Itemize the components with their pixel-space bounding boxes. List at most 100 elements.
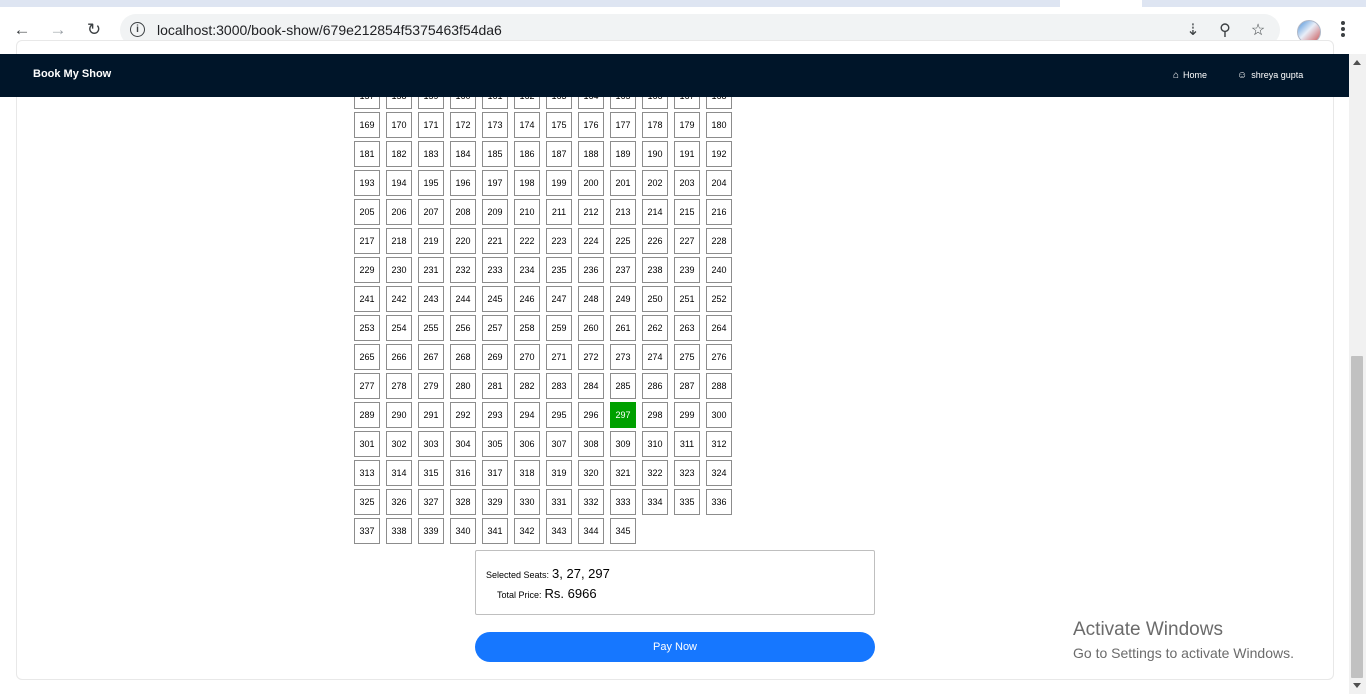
seat-198[interactable]: 198 (514, 170, 540, 196)
seat-269[interactable]: 269 (482, 344, 508, 370)
seat-236[interactable]: 236 (578, 257, 604, 283)
seat-276[interactable]: 276 (706, 344, 732, 370)
seat-295[interactable]: 295 (546, 402, 572, 428)
seat-172[interactable]: 172 (450, 112, 476, 138)
seat-178[interactable]: 178 (642, 112, 668, 138)
seat-306[interactable]: 306 (514, 431, 540, 457)
seat-246[interactable]: 246 (514, 286, 540, 312)
seat-186[interactable]: 186 (514, 141, 540, 167)
seat-282[interactable]: 282 (514, 373, 540, 399)
seat-313[interactable]: 313 (354, 460, 380, 486)
seat-175[interactable]: 175 (546, 112, 572, 138)
seat-180[interactable]: 180 (706, 112, 732, 138)
seat-242[interactable]: 242 (386, 286, 412, 312)
seat-296[interactable]: 296 (578, 402, 604, 428)
seat-337[interactable]: 337 (354, 518, 380, 544)
seat-299[interactable]: 299 (674, 402, 700, 428)
seat-329[interactable]: 329 (482, 489, 508, 515)
seat-262[interactable]: 262 (642, 315, 668, 341)
seat-203[interactable]: 203 (674, 170, 700, 196)
seat-317[interactable]: 317 (482, 460, 508, 486)
seat-303[interactable]: 303 (418, 431, 444, 457)
seat-332[interactable]: 332 (578, 489, 604, 515)
seat-334[interactable]: 334 (642, 489, 668, 515)
seat-255[interactable]: 255 (418, 315, 444, 341)
seat-201[interactable]: 201 (610, 170, 636, 196)
seat-325[interactable]: 325 (354, 489, 380, 515)
seat-326[interactable]: 326 (386, 489, 412, 515)
seat-284[interactable]: 284 (578, 373, 604, 399)
seat-200[interactable]: 200 (578, 170, 604, 196)
seat-182[interactable]: 182 (386, 141, 412, 167)
seat-222[interactable]: 222 (514, 228, 540, 254)
seat-243[interactable]: 243 (418, 286, 444, 312)
seat-245[interactable]: 245 (482, 286, 508, 312)
seat-260[interactable]: 260 (578, 315, 604, 341)
seat-258[interactable]: 258 (514, 315, 540, 341)
seat-267[interactable]: 267 (418, 344, 444, 370)
seat-289[interactable]: 289 (354, 402, 380, 428)
seat-249[interactable]: 249 (610, 286, 636, 312)
seat-321[interactable]: 321 (610, 460, 636, 486)
seat-176[interactable]: 176 (578, 112, 604, 138)
seat-213[interactable]: 213 (610, 199, 636, 225)
seat-189[interactable]: 189 (610, 141, 636, 167)
seat-333[interactable]: 333 (610, 489, 636, 515)
seat-300[interactable]: 300 (706, 402, 732, 428)
seat-286[interactable]: 286 (642, 373, 668, 399)
seat-288[interactable]: 288 (706, 373, 732, 399)
seat-197[interactable]: 197 (482, 170, 508, 196)
seat-292[interactable]: 292 (450, 402, 476, 428)
seat-298[interactable]: 298 (642, 402, 668, 428)
seat-328[interactable]: 328 (450, 489, 476, 515)
seat-204[interactable]: 204 (706, 170, 732, 196)
seat-233[interactable]: 233 (482, 257, 508, 283)
seat-207[interactable]: 207 (418, 199, 444, 225)
seat-275[interactable]: 275 (674, 344, 700, 370)
scroll-thumb[interactable] (1351, 356, 1363, 678)
seat-268[interactable]: 268 (450, 344, 476, 370)
seat-339[interactable]: 339 (418, 518, 444, 544)
seat-183[interactable]: 183 (418, 141, 444, 167)
seat-301[interactable]: 301 (354, 431, 380, 457)
seat-229[interactable]: 229 (354, 257, 380, 283)
seat-225[interactable]: 225 (610, 228, 636, 254)
seat-304[interactable]: 304 (450, 431, 476, 457)
nav-user[interactable]: ☺ shreya gupta (1237, 70, 1303, 81)
seat-195[interactable]: 195 (418, 170, 444, 196)
seat-270[interactable]: 270 (514, 344, 540, 370)
seat-170[interactable]: 170 (386, 112, 412, 138)
seat-314[interactable]: 314 (386, 460, 412, 486)
seat-196[interactable]: 196 (450, 170, 476, 196)
seat-273[interactable]: 273 (610, 344, 636, 370)
seat-305[interactable]: 305 (482, 431, 508, 457)
seat-252[interactable]: 252 (706, 286, 732, 312)
seat-319[interactable]: 319 (546, 460, 572, 486)
active-tab[interactable] (1060, 0, 1142, 7)
seat-224[interactable]: 224 (578, 228, 604, 254)
seat-206[interactable]: 206 (386, 199, 412, 225)
seat-238[interactable]: 238 (642, 257, 668, 283)
seat-173[interactable]: 173 (482, 112, 508, 138)
seat-291[interactable]: 291 (418, 402, 444, 428)
seat-302[interactable]: 302 (386, 431, 412, 457)
seat-209[interactable]: 209 (482, 199, 508, 225)
seat-322[interactable]: 322 (642, 460, 668, 486)
seat-227[interactable]: 227 (674, 228, 700, 254)
seat-179[interactable]: 179 (674, 112, 700, 138)
seat-338[interactable]: 338 (386, 518, 412, 544)
seat-307[interactable]: 307 (546, 431, 572, 457)
seat-199[interactable]: 199 (546, 170, 572, 196)
seat-185[interactable]: 185 (482, 141, 508, 167)
seat-174[interactable]: 174 (514, 112, 540, 138)
seat-241[interactable]: 241 (354, 286, 380, 312)
seat-218[interactable]: 218 (386, 228, 412, 254)
seat-190[interactable]: 190 (642, 141, 668, 167)
seat-294[interactable]: 294 (514, 402, 540, 428)
seat-240[interactable]: 240 (706, 257, 732, 283)
seat-293[interactable]: 293 (482, 402, 508, 428)
seat-216[interactable]: 216 (706, 199, 732, 225)
seat-259[interactable]: 259 (546, 315, 572, 341)
seat-264[interactable]: 264 (706, 315, 732, 341)
seat-250[interactable]: 250 (642, 286, 668, 312)
